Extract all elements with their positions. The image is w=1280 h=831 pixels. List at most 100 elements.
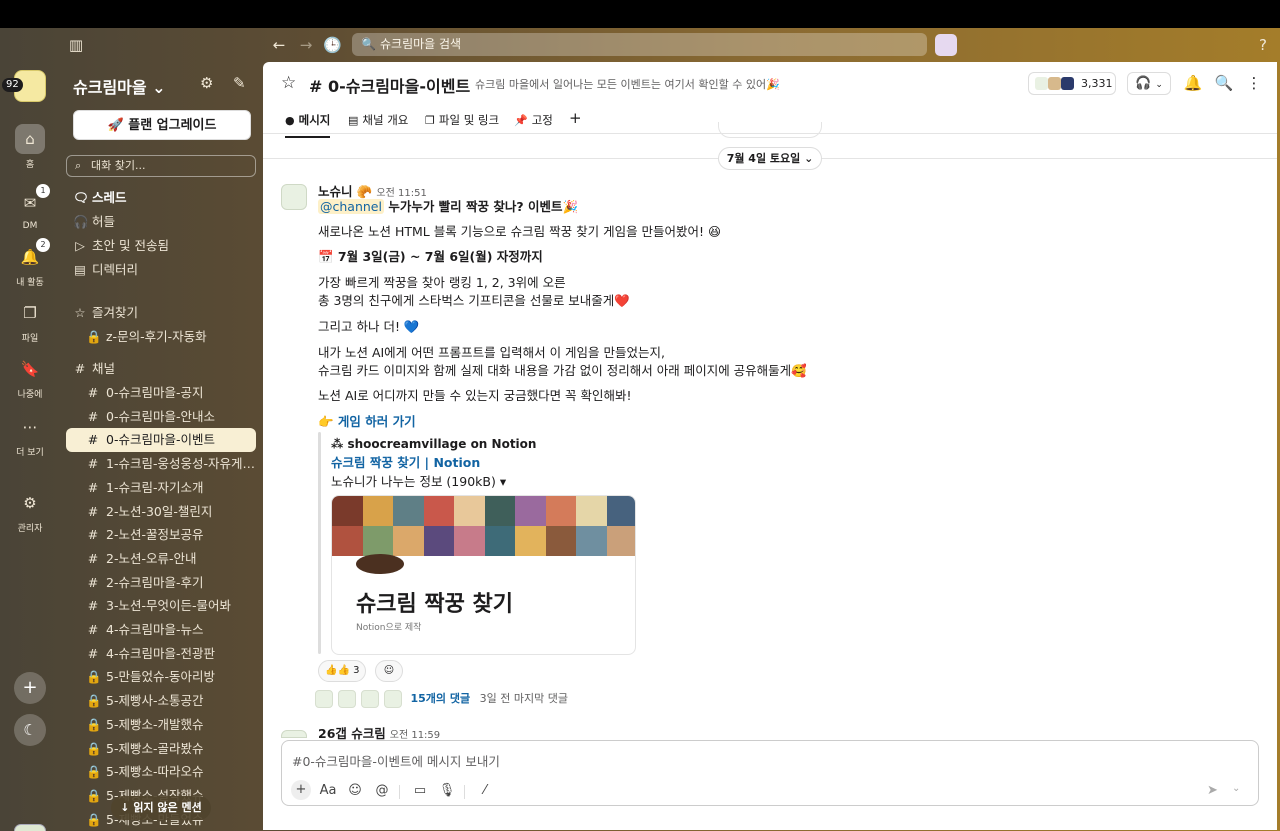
rail-label: 내 활동 — [16, 278, 44, 288]
rail-item-dm[interactable]: ✉ DM 1 — [0, 184, 60, 231]
sidebar-channel[interactable]: #2-노션-꿀정보공유 — [66, 523, 256, 547]
star-channel-icon[interactable]: ☆ — [281, 73, 296, 93]
sidebar-channel[interactable]: #2-노션-오류-안내 — [66, 547, 256, 571]
author-avatar[interactable] — [281, 184, 307, 210]
notification-bell-icon[interactable]: 🔔 — [1181, 72, 1205, 95]
channel-search-icon[interactable]: 🔍 — [1212, 72, 1236, 95]
sidebar-channel[interactable]: 🔒 5-만들었슈-동아리방 — [66, 665, 256, 689]
unfurl-site[interactable]: ⁂ shoocreamvillage on Notion — [331, 435, 536, 453]
send-icon[interactable]: ➤ — [1207, 783, 1218, 798]
sidebar-channel-label: 5-제빵소-개발했슈 — [106, 716, 204, 732]
back-arrow-icon[interactable]: ← — [270, 36, 288, 54]
sidebar-item-threads[interactable]: 🗨 스레드 — [66, 186, 256, 210]
channel-mention[interactable]: @channel — [318, 199, 384, 214]
files-icon: ❐ — [23, 304, 37, 322]
tab-canvas[interactable]: ▤ 채널 개요 — [348, 112, 408, 128]
unfurl-title[interactable]: 슈크림 짝꿍 찾기 | Notion — [331, 454, 480, 472]
add-reaction-button[interactable]: ☺ — [375, 660, 403, 682]
rail-item-more[interactable]: ⋯ 더 보기 — [0, 412, 60, 458]
date-divider-pill[interactable]: 7월 4일 토요일 ⌄ — [718, 147, 822, 170]
rail-item-files[interactable]: ❐ 파일 — [0, 298, 60, 344]
channels-section[interactable]: # 채널 — [66, 357, 256, 381]
user-avatar[interactable] — [14, 824, 46, 831]
favorites-section[interactable]: ☆ 즐겨찾기 — [66, 301, 256, 325]
microphone-icon[interactable]: 🎙 — [437, 783, 457, 798]
help-icon[interactable]: ? — [1254, 36, 1272, 54]
rail-item-home[interactable]: ⌂ 홈 — [0, 124, 60, 170]
settings-icon[interactable]: ⚙ — [200, 74, 213, 92]
video-icon[interactable]: ▭ — [410, 783, 430, 798]
mention-icon[interactable]: @ — [372, 783, 392, 798]
emoji-icon[interactable]: ☺ — [345, 783, 365, 798]
sidebar-channel[interactable]: #0-슈크림마을-안내소 — [66, 405, 256, 429]
message-composer[interactable]: #0-슈크림마을-이벤트에 메시지 보내기 + Aa ☺ @ ▭ 🎙 ⁄ ➤ ⌄ — [281, 740, 1259, 806]
sidebar-channel[interactable]: #0-슈크림마을-공지 — [66, 381, 256, 405]
unfurl-info[interactable]: 노슈니가 나누는 정보 (190kB) ▾ — [331, 473, 506, 491]
dark-mode-icon[interactable]: ☾ — [14, 714, 46, 746]
tab-pin[interactable]: 📌 고정 — [514, 112, 553, 128]
hash-icon: # — [74, 361, 86, 376]
tab-add-tab[interactable]: + — [569, 109, 582, 127]
thread-summary[interactable]: 15개의 댓글 3일 전 마지막 댓글 — [315, 690, 568, 708]
huddle-button[interactable]: 🎧 ⌄ — [1127, 72, 1171, 95]
sidebar-channel[interactable]: #1-슈크림-자기소개 — [66, 476, 256, 500]
sidebar-channel[interactable]: #4-슈크림마을-뉴스 — [66, 618, 256, 642]
search-bar[interactable]: 🔍 슈크림마을 검색 — [352, 33, 927, 56]
channel-name[interactable]: # 0-슈크림마을-이벤트 — [309, 73, 470, 97]
history-icon[interactable]: 🕒 — [323, 36, 342, 54]
upgrade-button[interactable]: 🚀 플랜 업그레이드 — [73, 110, 251, 140]
find-conversation-input[interactable]: ⌕ 대화 찾기... — [66, 155, 256, 177]
more-options-icon[interactable]: ⋮ — [1242, 72, 1266, 95]
rail-item-bell[interactable]: 🔔 내 활동 2 — [0, 238, 60, 288]
unread-mentions-button[interactable]: ↓ 읽지 않은 멘션 — [111, 796, 211, 820]
workspace-name[interactable]: 슈크림마을 ⌄ — [73, 74, 166, 98]
thumbs-up-reaction[interactable]: 👍👍 3 — [318, 660, 367, 682]
sidebar-channel[interactable]: 🔒 5-제빵사-소통공간 — [66, 689, 256, 713]
message-curious: 노션 AI로 어디까지 만들 수 있는지 궁금했다면 꼭 확인해봐! — [318, 388, 632, 403]
attach-plus-icon[interactable]: + — [291, 780, 311, 800]
sidebar-channel[interactable]: #0-슈크림마을-이벤트 — [66, 428, 256, 453]
add-workspace-button[interactable]: + — [14, 672, 46, 704]
chevron-down-icon: ⌄ — [1155, 80, 1163, 90]
sidebar-channel[interactable]: #4-슈크림마을-전광판 — [66, 642, 256, 666]
sidebar-item-send[interactable]: ▷ 초안 및 전송됨 — [66, 234, 256, 258]
format-icon[interactable]: Aa — [318, 783, 338, 798]
sidebar-item-directory[interactable]: ▤ 디렉터리 — [66, 258, 256, 282]
rail-label: DM — [22, 221, 38, 231]
sidebar-channel-label: 2-슈크림마을-후기 — [106, 574, 204, 590]
compose-icon[interactable]: ✎ — [233, 74, 246, 92]
members-button[interactable]: 3,331 — [1028, 72, 1116, 95]
tab-files[interactable]: ❐ 파일 및 링크 — [425, 112, 499, 128]
rail-item-gear[interactable]: ⚙ 관리자 — [0, 488, 60, 534]
reply-count[interactable]: 15개의 댓글 — [411, 692, 471, 705]
sidebar-channel[interactable]: 🔒 5-제빵소-골라봤슈 — [66, 737, 256, 761]
rail-item-bookmark[interactable]: 🔖 나중에 — [0, 354, 60, 400]
tab-label: 파일 및 링크 — [438, 113, 500, 127]
sidebar-channel[interactable]: 🔒 5-제빵소-따라오슈 — [66, 760, 256, 784]
hash-icon: # — [87, 503, 99, 519]
sidebar-channel[interactable]: #2-노션-30일-챌린지 — [66, 500, 256, 524]
sidebar-channel[interactable]: 🔒 5-제빵소-개발했슈 — [66, 713, 256, 737]
shortcuts-icon[interactable]: ⁄ — [475, 783, 495, 798]
files-icon: ❐ — [425, 114, 435, 127]
next-author-avatar[interactable] — [281, 730, 307, 738]
sidebar-favorite[interactable]: 🔒 z-문의-후기-자동화 — [66, 325, 256, 349]
app-avatar-icon[interactable] — [935, 34, 957, 56]
pattern-tile — [362, 496, 393, 526]
unfurl-preview-card[interactable]: 슈크림 짝꿍 찾기 Notion으로 제작 — [331, 495, 636, 655]
unfurl-border — [318, 432, 321, 654]
tab-message[interactable]: ● 메시지 — [285, 112, 331, 138]
sidebar-toggle-icon[interactable]: ▥ — [67, 36, 85, 54]
sidebar-channel-label: 3-노션-무엇이든-물어봐 — [106, 598, 231, 614]
send-options-chevron-icon[interactable]: ⌄ — [1232, 783, 1240, 794]
sidebar-channel-label: 0-슈크림마을-이벤트 — [106, 432, 215, 448]
sidebar-channel[interactable]: #2-슈크림마을-후기 — [66, 571, 256, 595]
game-link[interactable]: 👉 게임 하러 가기 — [318, 413, 416, 431]
sidebar-channel[interactable]: #1-슈크림-웅성웅성-자유게시판 — [66, 452, 256, 476]
channel-header: ☆ # 0-슈크림마을-이벤트 슈크림 마을에서 일어나는 모든 이벤트는 여기… — [263, 62, 1277, 106]
sidebar-item-headphones[interactable]: 🎧 허들 — [66, 210, 256, 234]
sidebar-channel[interactable]: #3-노션-무엇이든-물어봐 — [66, 594, 256, 618]
forward-arrow-icon[interactable]: → — [297, 36, 315, 54]
tab-label: 채널 개요 — [362, 113, 409, 127]
sidebar-channel-label: 2-노션-오류-안내 — [106, 550, 197, 566]
